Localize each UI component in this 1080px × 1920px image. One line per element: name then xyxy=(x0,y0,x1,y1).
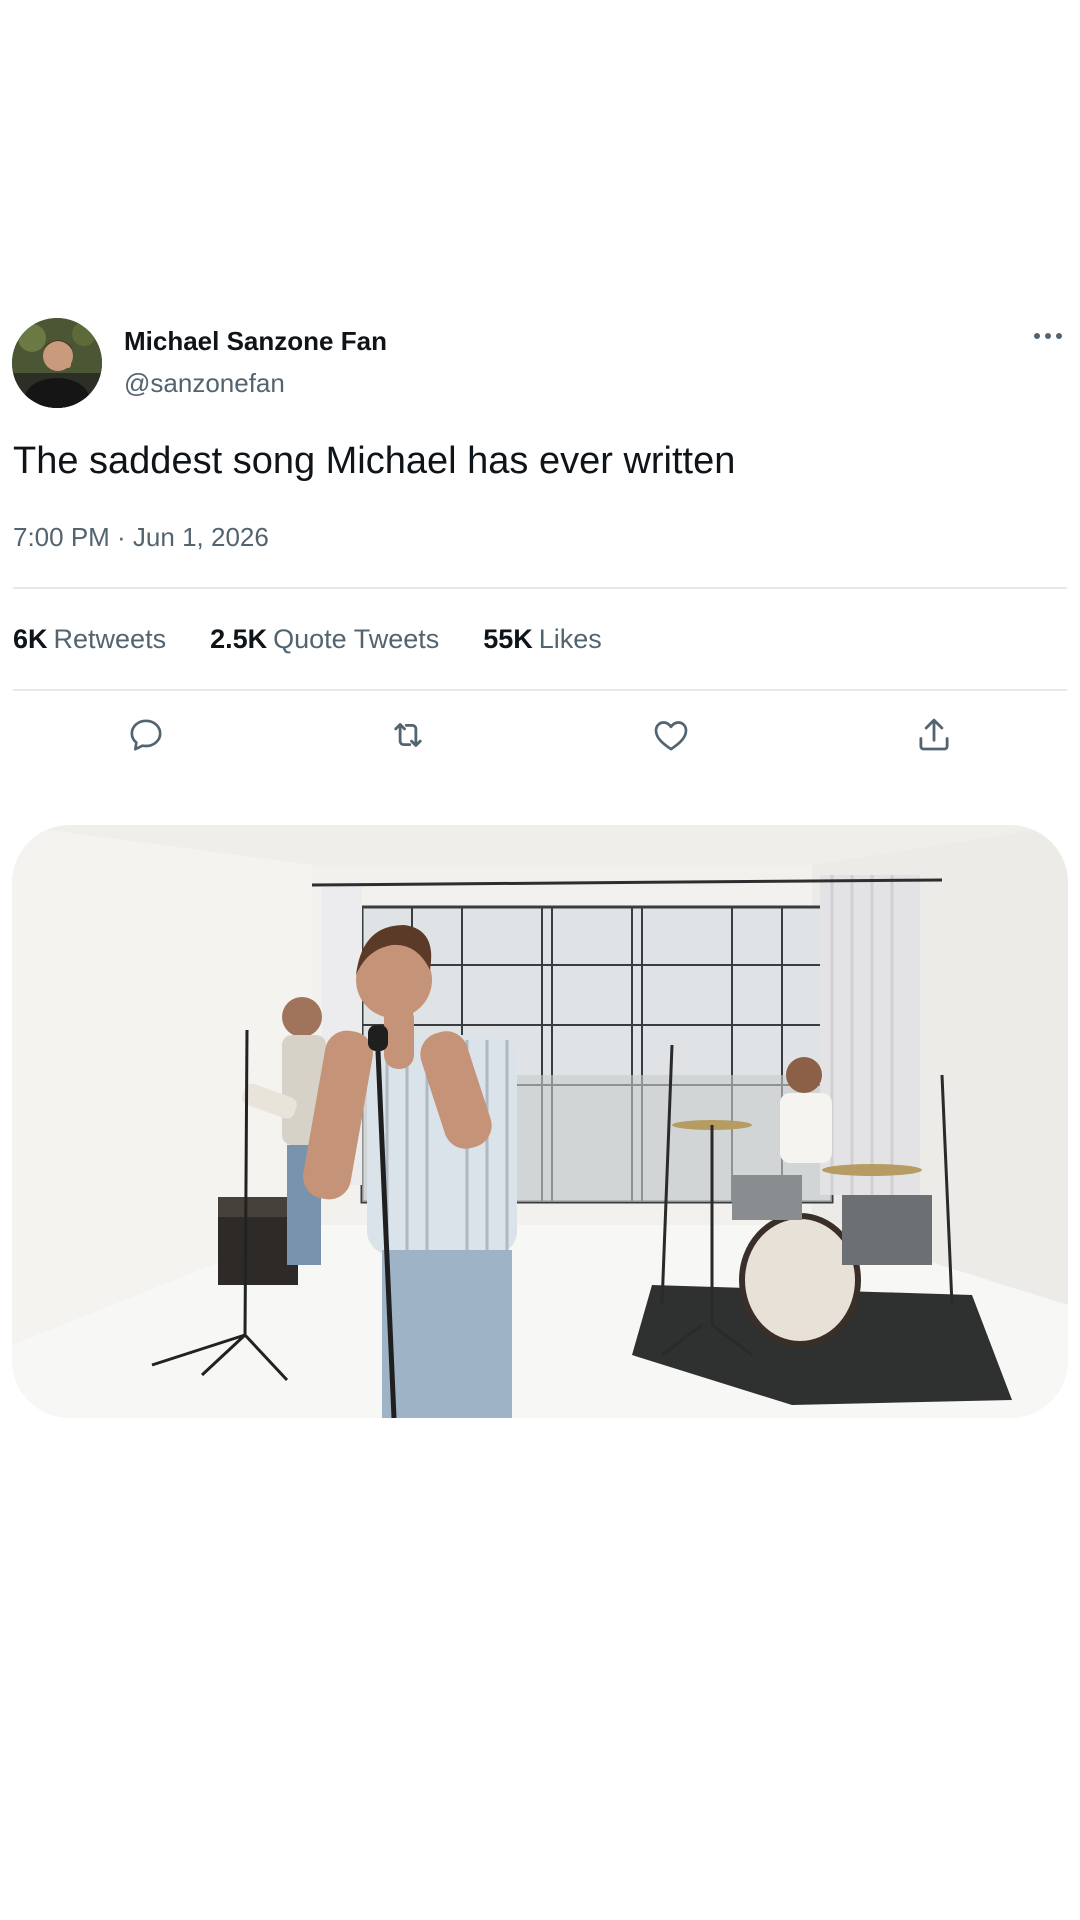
share-icon xyxy=(919,718,949,751)
quote-tweets-count: 2.5K xyxy=(210,624,268,654)
share-button[interactable] xyxy=(911,712,957,758)
reply-icon xyxy=(130,719,162,751)
page: Michael Sanzone Fan @sanzonefan The sadd… xyxy=(0,0,1080,1920)
divider-top xyxy=(13,587,1067,589)
band-performance-photo-icon xyxy=(12,825,1068,1418)
avatar-photo-icon xyxy=(12,318,102,408)
more-dots-icon xyxy=(1034,333,1062,339)
tweet-media[interactable] xyxy=(12,825,1068,1418)
retweets-label: Retweets xyxy=(53,624,167,654)
tweet-text: The saddest song Michael has ever writte… xyxy=(13,440,736,482)
engagement-stats: 6K Retweets 2.5K Quote Tweets 55K Likes xyxy=(13,624,646,655)
likes-label: Likes xyxy=(538,624,602,654)
like-button[interactable] xyxy=(648,712,694,758)
retweets-stat[interactable]: 6K Retweets xyxy=(13,624,166,655)
likes-count: 55K xyxy=(483,624,533,654)
quote-tweets-label: Quote Tweets xyxy=(273,624,440,654)
retweet-icon xyxy=(394,723,422,747)
author-handle[interactable]: @sanzonefan xyxy=(124,368,285,399)
heart-icon xyxy=(654,721,688,751)
likes-stat[interactable]: 55K Likes xyxy=(483,624,602,655)
retweets-count: 6K xyxy=(13,624,48,654)
retweet-button[interactable] xyxy=(385,712,431,758)
quote-tweets-stat[interactable]: 2.5K Quote Tweets xyxy=(210,624,439,655)
more-options-button[interactable] xyxy=(1030,322,1066,350)
reply-button[interactable] xyxy=(123,712,169,758)
avatar[interactable] xyxy=(12,318,102,408)
author-display-name[interactable]: Michael Sanzone Fan xyxy=(124,326,387,357)
divider-bottom xyxy=(13,689,1067,691)
tweet-timestamp[interactable]: 7:00 PM · Jun 1, 2026 xyxy=(13,522,269,553)
